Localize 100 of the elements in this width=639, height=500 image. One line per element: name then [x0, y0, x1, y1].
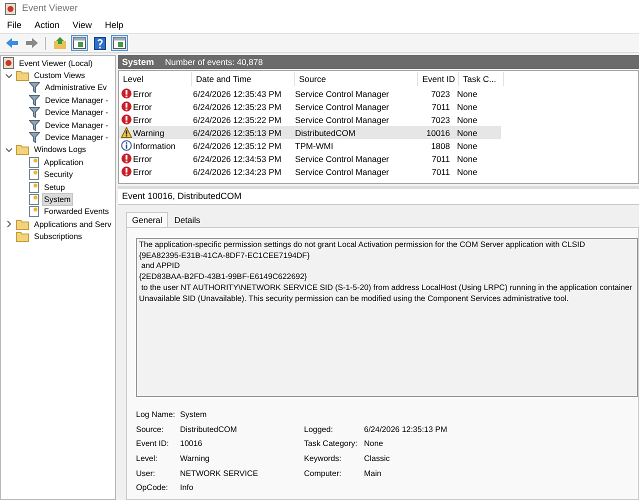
table-cell: Error — [133, 166, 152, 176]
table-cell-text: 7023 — [430, 88, 451, 98]
column-header[interactable]: Date and Time — [192, 72, 295, 86]
menu-item[interactable]: Action — [34, 20, 60, 30]
log-icon — [29, 169, 39, 180]
property-label: Logged: — [304, 424, 334, 434]
menu-item[interactable]: View — [72, 20, 92, 30]
log-icon — [29, 206, 39, 218]
tree-item[interactable]: Administrative Ev — [43, 81, 109, 94]
event-row[interactable]: Error 6/24/2026 12:35:22 PM Service Control Manager 7023 None — [119, 113, 501, 126]
tree-item[interactable]: Application — [42, 156, 86, 169]
tree-item[interactable]: Device Manager - — [43, 106, 110, 120]
log-icon — [29, 182, 39, 193]
table-cell-text: 7011 — [430, 166, 451, 176]
property-label: Computer: — [304, 468, 342, 478]
table-cell-text: Service Control Manager — [294, 166, 390, 176]
tree-item[interactable]: Applications and Serv — [32, 218, 114, 231]
log-icon — [29, 156, 39, 168]
column-header[interactable]: Task C... — [459, 72, 504, 86]
table-cell-text: 6/24/2026 12:34:53 PM — [192, 154, 282, 164]
table-cell-text: 10016 — [425, 128, 451, 138]
filter-icon — [29, 132, 40, 144]
table-cell-text: 6/24/2026 12:35:13 PM — [192, 128, 282, 138]
table-cell-text: None — [456, 154, 478, 164]
property-value: Warning — [180, 454, 210, 463]
table-cell-text: 6/24/2026 12:35:22 PM — [192, 114, 282, 124]
table-cell: Error — [133, 154, 152, 164]
table-cell-text: 7011 — [430, 154, 451, 164]
property-label: Keywords: — [304, 454, 342, 463]
table-cell-text: None — [456, 166, 478, 176]
folder-icon — [16, 70, 29, 82]
table-cell-text: DistributedCOM — [294, 128, 356, 138]
tree-item[interactable]: Security — [42, 168, 75, 182]
property-value: NETWORK SERVICE — [180, 468, 260, 478]
log-title: System — [122, 57, 154, 67]
table-cell-text: 6/24/2026 12:35:43 PM — [192, 88, 282, 98]
help-button[interactable] — [91, 35, 108, 51]
property-value: None — [364, 439, 384, 448]
table-cell-text: None — [456, 128, 478, 138]
tree-item[interactable]: System — [42, 193, 73, 206]
event-row[interactable]: Warning 6/24/2026 12:35:13 PM DistributedCOM 10016 None — [119, 126, 501, 139]
tree-item[interactable]: Event Viewer (Local) — [17, 56, 95, 70]
table-cell-text: Service Control Manager — [294, 102, 390, 112]
folder-icon — [16, 144, 29, 156]
pane-toggle-button[interactable] — [111, 35, 128, 51]
tree-item[interactable]: Device Manager - — [43, 118, 110, 132]
tree-item[interactable]: Device Manager - — [43, 131, 110, 144]
up-folder-button[interactable] — [51, 35, 68, 51]
event-row[interactable]: Error 6/24/2026 12:35:43 PM Service Control Manager 7023 None — [119, 87, 501, 100]
folder-icon — [16, 231, 29, 242]
table-cell-text: Service Control Manager — [294, 114, 390, 124]
table-cell: Warning — [133, 128, 164, 138]
property-value: Main — [364, 468, 382, 478]
column-header[interactable]: Level — [119, 72, 192, 86]
table-cell-text: Service Control Manager — [294, 88, 390, 98]
filter-icon — [29, 120, 40, 131]
tree-item[interactable]: Subscriptions — [32, 230, 84, 244]
property-label: User: — [136, 468, 156, 478]
event-row[interactable]: Information 6/24/2026 12:35:12 PM TPM-WMI 1808 None — [119, 139, 501, 152]
tree-item[interactable]: Windows Logs — [32, 143, 88, 156]
event-title: Event 10016, DistributedCOM — [118, 189, 639, 205]
table-cell: Error — [133, 114, 152, 124]
table-cell-text: 7011 — [430, 102, 451, 112]
table-cell-text: Service Control Manager — [294, 154, 390, 164]
tab[interactable]: General — [126, 212, 168, 227]
menu-item[interactable]: File — [7, 20, 22, 30]
filter-icon — [29, 107, 40, 118]
table-cell-text: TPM-WMI — [294, 140, 334, 150]
table-cell-text: None — [456, 102, 478, 112]
property-label: Task Category: — [304, 439, 358, 448]
column-header[interactable]: Event ID — [418, 72, 459, 86]
table-cell: Error — [133, 102, 152, 112]
table-cell-text: 6/24/2026 12:35:12 PM — [192, 140, 282, 150]
event-count: Number of events: 40,878 — [165, 57, 263, 67]
property-value: Classic — [364, 454, 391, 463]
tree-item[interactable]: Device Manager - — [43, 94, 110, 107]
pane-toggle-button[interactable] — [71, 35, 88, 51]
property-label: Log Name: — [136, 410, 176, 419]
tree-item[interactable]: Custom Views — [32, 69, 87, 82]
property-value: System — [180, 410, 208, 419]
filter-icon — [29, 94, 40, 106]
table-cell-text: 1808 — [430, 140, 451, 150]
forward-button[interactable] — [23, 35, 40, 51]
tree-item[interactable]: Setup — [42, 180, 67, 194]
tree-item[interactable]: Forwarded Events — [42, 205, 111, 218]
event-row[interactable]: Error 6/24/2026 12:34:53 PM Service Control Manager 7011 None — [119, 152, 501, 165]
property-label: Source: — [136, 424, 165, 434]
menu-item[interactable]: Help — [104, 20, 124, 30]
event-row[interactable]: Error 6/24/2026 12:34:23 PM Service Control Manager 7011 None — [119, 165, 501, 178]
table-cell-text: 7023 — [430, 114, 451, 124]
folder-icon — [16, 218, 29, 230]
event-row[interactable]: Error 6/24/2026 12:35:23 PM Service Control Manager 7011 None — [119, 100, 501, 113]
property-value: Info — [180, 483, 194, 492]
filter-icon — [29, 82, 40, 94]
table-cell-text: 6/24/2026 12:34:23 PM — [192, 166, 282, 176]
column-header[interactable]: Source — [295, 72, 418, 86]
table-cell-text: None — [456, 140, 478, 150]
table-cell-text: None — [456, 114, 478, 124]
tab[interactable]: Details — [168, 212, 206, 227]
property-value: DistributedCOM — [180, 424, 238, 434]
